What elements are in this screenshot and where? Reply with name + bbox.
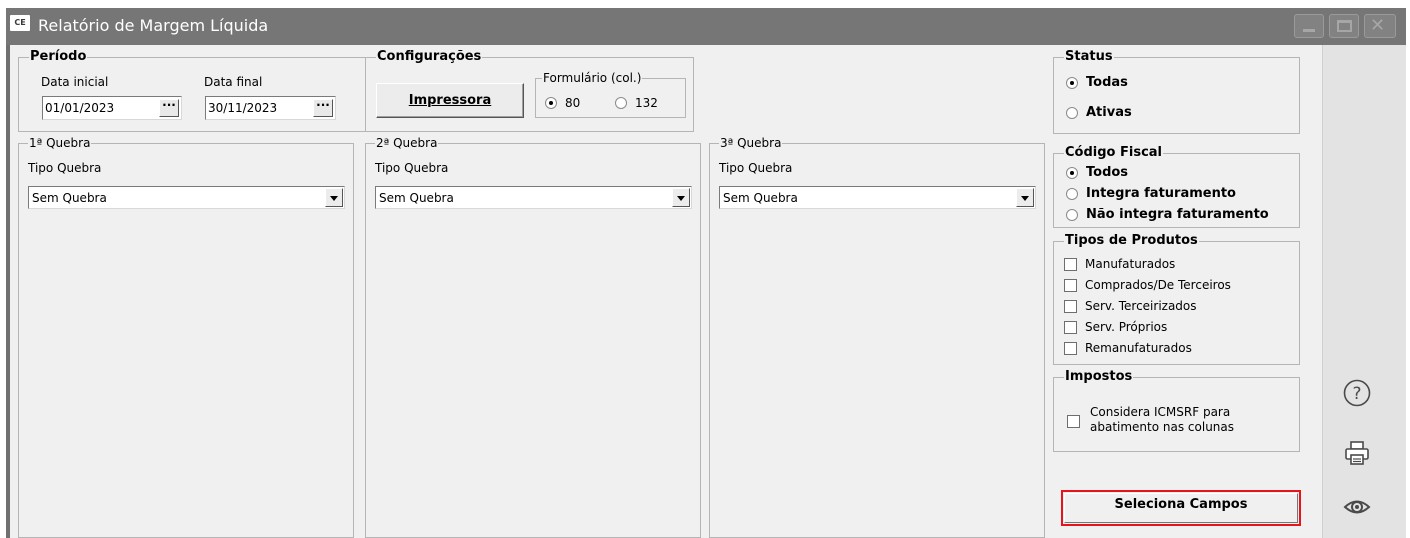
codigo-fiscal-group: Código Fiscal Todos Integra faturamento … xyxy=(1053,146,1300,228)
segunda-quebra-group: 2ª Quebra Tipo Quebra Sem Quebra xyxy=(365,136,701,538)
side-toolbar: ? xyxy=(1322,45,1406,538)
formulario-80-radio[interactable] xyxy=(545,97,557,109)
terceira-quebra-value: Sem Quebra xyxy=(723,191,798,205)
status-title: Status xyxy=(1064,49,1114,64)
codigo-todos-radio[interactable] xyxy=(1066,167,1078,179)
chevron-down-icon[interactable] xyxy=(325,188,343,207)
close-icon: ✕ xyxy=(1370,15,1386,36)
status-todas-label: Todas xyxy=(1086,75,1128,90)
codigo-todos-label: Todos xyxy=(1086,165,1129,180)
comprados-label: Comprados/De Terceiros xyxy=(1085,278,1231,292)
considera-icmsrf-label-line2: abatimento nas colunas xyxy=(1090,420,1235,434)
terceira-quebra-title: 3ª Quebra xyxy=(719,136,783,150)
codigo-integra-label: Integra faturamento xyxy=(1086,186,1236,201)
codigo-fiscal-title: Código Fiscal xyxy=(1064,145,1164,160)
periodo-group: Período Data inicial Data final 01/01/20… xyxy=(18,50,366,132)
formulario-132-radio[interactable] xyxy=(615,97,627,109)
seleciona-campos-button[interactable]: Seleciona Campos xyxy=(1061,490,1301,526)
print-icon[interactable] xyxy=(1342,438,1372,468)
data-inicial-value: 01/01/2023 xyxy=(45,101,115,115)
segunda-quebra-title: 2ª Quebra xyxy=(375,136,439,150)
data-inicial-picker-button[interactable]: ··· xyxy=(159,99,179,117)
data-final-picker-button[interactable]: ··· xyxy=(313,99,333,117)
tipos-produtos-group: Tipos de Produtos Manufaturados Comprado… xyxy=(1053,234,1300,365)
codigo-nao-integra-radio[interactable] xyxy=(1066,209,1078,221)
serv-terceirizados-checkbox[interactable] xyxy=(1064,300,1077,313)
manufaturados-label: Manufaturados xyxy=(1085,257,1176,271)
serv-terceirizados-label: Serv. Terceirizados xyxy=(1085,299,1197,313)
segunda-quebra-select[interactable]: Sem Quebra xyxy=(375,186,692,209)
app-icon: CE xyxy=(10,15,30,31)
chevron-down-icon[interactable] xyxy=(1016,188,1034,207)
help-glyph: ? xyxy=(1352,384,1361,404)
status-group: Status Todas Ativas xyxy=(1053,50,1300,134)
codigo-integra-radio[interactable] xyxy=(1066,188,1078,200)
primeira-quebra-select[interactable]: Sem Quebra xyxy=(28,186,345,209)
tipos-produtos-title: Tipos de Produtos xyxy=(1064,233,1199,248)
considera-icmsrf-label-line1: Considera ICMSRF para xyxy=(1090,405,1231,419)
data-final-field[interactable]: 30/11/2023 ··· xyxy=(205,96,336,120)
minimize-button[interactable] xyxy=(1294,14,1324,38)
maximize-icon xyxy=(1337,20,1352,32)
data-inicial-label: Data inicial xyxy=(41,75,109,89)
formulario-title: Formulário (col.) xyxy=(542,71,643,85)
tipo-quebra-label: Tipo Quebra xyxy=(719,161,793,175)
comprados-checkbox[interactable] xyxy=(1064,279,1077,292)
codigo-nao-integra-label: Não integra faturamento xyxy=(1086,207,1269,222)
remanufaturados-label: Remanufaturados xyxy=(1085,341,1192,355)
form-area: Período Data inicial Data final 01/01/20… xyxy=(10,45,1322,538)
formulario-132-label: 132 xyxy=(635,96,658,110)
primeira-quebra-value: Sem Quebra xyxy=(32,191,107,205)
configuracoes-group: Configurações Impressora Formulário (col… xyxy=(365,50,694,132)
impostos-title: Impostos xyxy=(1064,369,1134,384)
terceira-quebra-group: 3ª Quebra Tipo Quebra Sem Quebra xyxy=(709,136,1045,538)
manufaturados-checkbox[interactable] xyxy=(1064,258,1077,271)
configuracoes-title: Configurações xyxy=(376,49,483,64)
data-final-value: 30/11/2023 xyxy=(208,101,278,115)
data-inicial-field[interactable]: 01/01/2023 ··· xyxy=(42,96,182,120)
maximize-button[interactable] xyxy=(1329,14,1359,38)
primeira-quebra-title: 1ª Quebra xyxy=(28,136,92,150)
impressora-label: Impressora xyxy=(408,93,492,108)
serv-proprios-label: Serv. Próprios xyxy=(1085,320,1168,334)
status-ativas-label: Ativas xyxy=(1086,105,1132,120)
chevron-down-icon[interactable] xyxy=(672,188,690,207)
status-todas-radio[interactable] xyxy=(1066,77,1078,89)
close-button[interactable]: ✕ xyxy=(1364,14,1396,38)
formulario-80-label: 80 xyxy=(565,96,581,110)
seleciona-campos-label: Seleciona Campos xyxy=(1064,493,1298,523)
tipo-quebra-label: Tipo Quebra xyxy=(375,161,449,175)
primeira-quebra-group: 1ª Quebra Tipo Quebra Sem Quebra xyxy=(18,136,354,538)
tipo-quebra-label: Tipo Quebra xyxy=(28,161,102,175)
status-ativas-radio[interactable] xyxy=(1066,107,1078,119)
segunda-quebra-value: Sem Quebra xyxy=(379,191,454,205)
minimize-icon xyxy=(1303,29,1315,32)
considera-icmsrf-checkbox[interactable] xyxy=(1067,415,1080,428)
remanufaturados-checkbox[interactable] xyxy=(1064,342,1077,355)
serv-proprios-checkbox[interactable] xyxy=(1064,321,1077,334)
preview-eye-icon[interactable] xyxy=(1342,495,1372,519)
periodo-title: Período xyxy=(29,49,88,64)
window-title: Relatório de Margem Líquida xyxy=(38,16,269,35)
terceira-quebra-select[interactable]: Sem Quebra xyxy=(719,186,1036,209)
data-final-label: Data final xyxy=(204,75,263,89)
impostos-group: Impostos Considera ICMSRF para abatiment… xyxy=(1053,370,1300,452)
formulario-group: Formulário (col.) 80 132 xyxy=(535,71,686,118)
help-icon[interactable]: ? xyxy=(1342,378,1372,408)
impressora-button[interactable]: Impressora xyxy=(376,83,524,118)
